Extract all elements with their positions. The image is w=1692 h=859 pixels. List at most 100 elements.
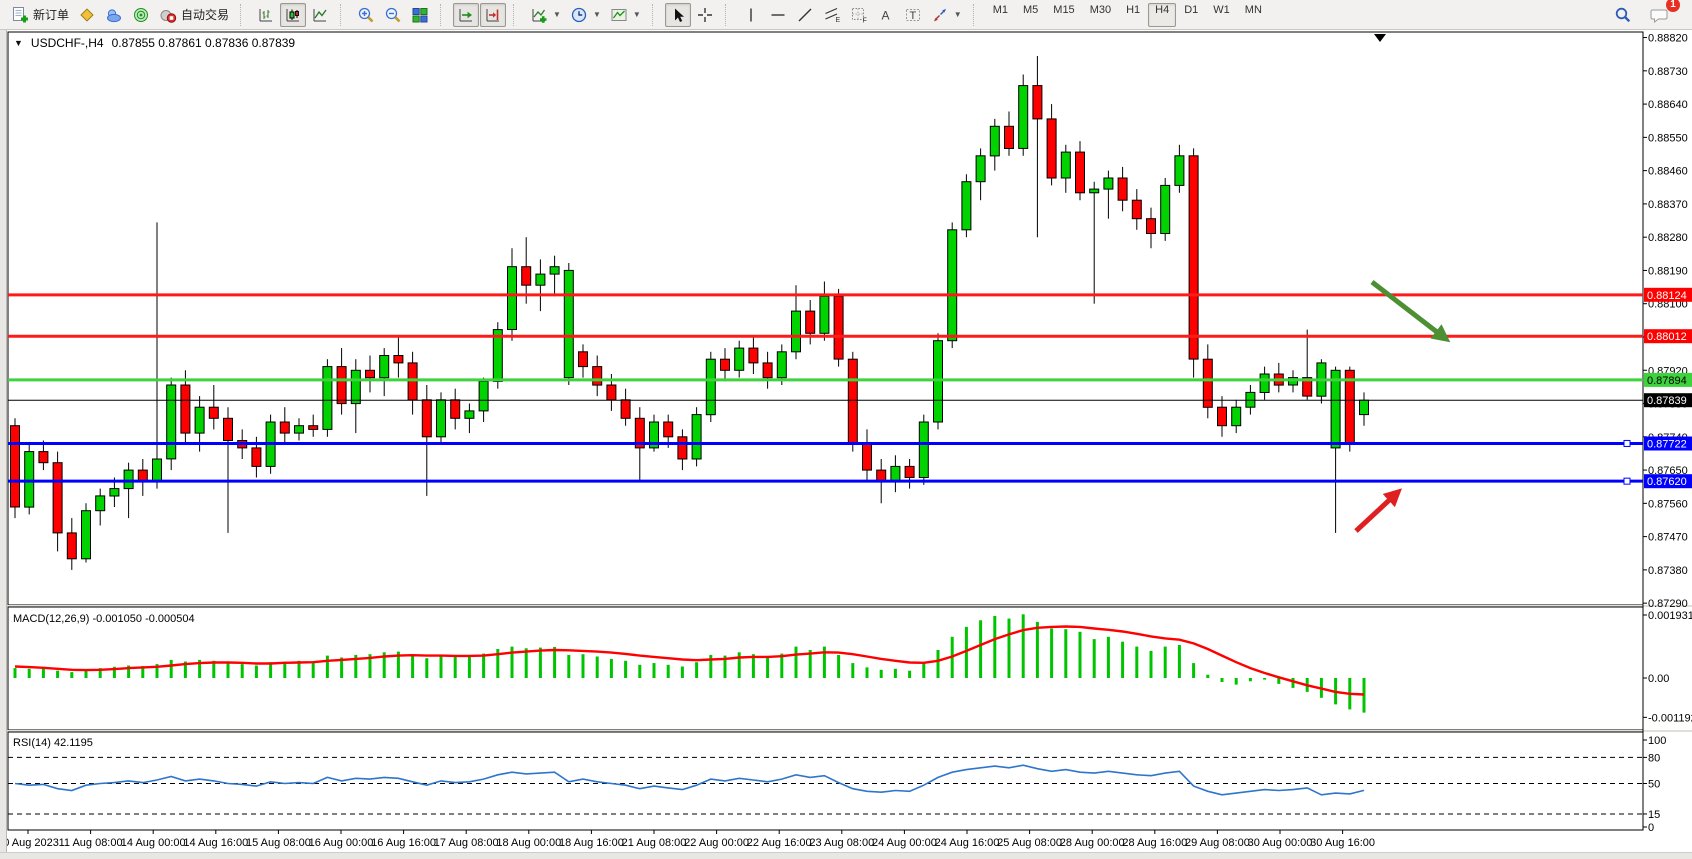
timeframe-button-mn[interactable]: MN [1238, 3, 1269, 27]
market-watch-button[interactable] [74, 3, 100, 27]
candle[interactable] [167, 378, 176, 471]
text-label-icon: T [904, 6, 922, 24]
trendline-tool-button[interactable] [792, 3, 818, 27]
candle[interactable] [919, 415, 928, 485]
new-order-button[interactable]: 新订单 [7, 3, 73, 27]
timeframe-button-m1[interactable]: M1 [986, 3, 1015, 27]
timeframe-button-h4[interactable]: H4 [1148, 3, 1176, 27]
line-chart-icon [311, 6, 329, 24]
rsi-axis-label: 100 [1648, 735, 1666, 747]
candlestick-mode-button[interactable] [280, 3, 306, 27]
svg-text:A: A [881, 8, 889, 22]
auto-trading-button[interactable]: 自动交易 [155, 3, 233, 27]
timeframe-button-h1[interactable]: H1 [1119, 3, 1147, 27]
time-label: 30 Aug 00:00 [1248, 837, 1313, 849]
time-label: 15 Aug 08:00 [246, 837, 311, 849]
vertical-line-tool-button[interactable] [738, 3, 764, 27]
chart-shift-button[interactable] [480, 3, 506, 27]
horizontal-line-tool-button[interactable] [765, 3, 791, 27]
notifications-button[interactable]: 1 [1646, 3, 1674, 27]
bar-chart-icon [257, 6, 275, 24]
time-label: 30 Aug 16:00 [1310, 837, 1375, 849]
candle[interactable] [706, 352, 715, 422]
auto-scroll-button[interactable] [453, 3, 479, 27]
bar-chart-mode-button[interactable] [253, 3, 279, 27]
text-label-tool-button[interactable]: T [900, 3, 926, 27]
rsi-axis-label: 0 [1648, 822, 1654, 834]
text-tool-button[interactable]: A [873, 3, 899, 27]
time-label: 18 Aug 16:00 [559, 837, 624, 849]
fibonacci-tool-button[interactable]: E [819, 3, 845, 27]
time-label: 17 Aug 08:00 [434, 837, 499, 849]
resistance-line-1-price-label: 0.88124 [1644, 288, 1692, 302]
clock-icon [570, 6, 588, 24]
candle[interactable] [692, 407, 701, 466]
candle[interactable] [1189, 148, 1198, 377]
candle[interactable] [1019, 75, 1028, 156]
time-label: 14 Aug 16:00 [183, 837, 248, 849]
toolbar-separator [240, 4, 246, 26]
time-label: 29 Aug 08:00 [1185, 837, 1250, 849]
timeframe-button-w1[interactable]: W1 [1206, 3, 1237, 27]
timeframe-group: M1M5M15M30H1H4D1W1MN [983, 3, 1272, 27]
rsi-pane[interactable] [8, 732, 1643, 830]
crosshair-icon [696, 6, 714, 24]
timeframe-button-m30[interactable]: M30 [1083, 3, 1118, 27]
support-line-1-price-label: 0.87722 [1644, 437, 1692, 451]
price-tick-label: 0.87560 [1648, 498, 1688, 510]
price-chart-canvas[interactable]: 0.888200.887300.886400.885500.884600.883… [0, 30, 1692, 858]
time-label: 14 Aug 00:00 [121, 837, 186, 849]
candle[interactable] [82, 503, 91, 562]
search-button[interactable] [1610, 3, 1636, 27]
vertical-line-icon [742, 6, 760, 24]
tile-windows-button[interactable] [407, 3, 433, 27]
candle[interactable] [323, 359, 332, 437]
crosshair-tool-button[interactable] [692, 3, 718, 27]
text-icon: A [877, 6, 895, 24]
toolbar-separator [513, 4, 519, 26]
grid-icon: F [850, 6, 868, 24]
notification-badge: 1 [1666, 0, 1680, 12]
arrows-tool-dropdown-button[interactable]: ▼ [927, 3, 966, 27]
price-tick-label: 0.88640 [1648, 99, 1688, 111]
indicators-dropdown-button[interactable]: ▼ [526, 3, 565, 27]
navigator-button[interactable] [128, 3, 154, 27]
price-tick-label: 0.87290 [1648, 598, 1688, 610]
rsi-axis-label: 50 [1648, 779, 1660, 791]
fibonacci-icon: E [823, 6, 841, 24]
zoom-out-button[interactable] [380, 3, 406, 27]
support-line-1-handle[interactable] [1624, 440, 1630, 446]
pivot-line-price-label: 0.87894 [1644, 373, 1692, 387]
timeframe-button-d1[interactable]: D1 [1177, 3, 1205, 27]
periods-dropdown-button[interactable]: ▼ [566, 3, 605, 27]
candle[interactable] [834, 289, 843, 367]
support-line-2-handle[interactable] [1624, 478, 1630, 484]
candle[interactable] [1161, 178, 1170, 241]
zoom-in-icon [357, 6, 375, 24]
candle[interactable] [948, 222, 957, 348]
cursor-tool-button[interactable] [665, 3, 691, 27]
timeframe-button-m15[interactable]: M15 [1046, 3, 1081, 27]
candle[interactable] [564, 263, 573, 385]
svg-text:T: T [909, 10, 916, 22]
timeframe-button-m5[interactable]: M5 [1016, 3, 1045, 27]
new-order-icon [11, 6, 29, 24]
time-label: 25 Aug 08:00 [997, 837, 1062, 849]
support-line-2-price-label: 0.87620 [1644, 474, 1692, 488]
grid-tool-button[interactable]: F [846, 3, 872, 27]
zoom-in-button[interactable] [353, 3, 379, 27]
tile-windows-icon [411, 6, 429, 24]
templates-dropdown-button[interactable]: ▼ [606, 3, 645, 27]
auto-scroll-icon [457, 6, 475, 24]
time-label: 24 Aug 16:00 [935, 837, 1000, 849]
candle[interactable] [25, 444, 34, 514]
arrow-shapes-icon [931, 6, 949, 24]
candle[interactable] [11, 418, 20, 518]
collapse-triangle-icon[interactable]: ▼ [14, 38, 23, 48]
candle[interactable] [848, 352, 857, 452]
rsi-axis-label: 80 [1648, 752, 1660, 764]
candle[interactable] [962, 174, 971, 237]
navigator-icon [132, 6, 150, 24]
data-window-button[interactable] [101, 3, 127, 27]
line-chart-mode-button[interactable] [307, 3, 333, 27]
